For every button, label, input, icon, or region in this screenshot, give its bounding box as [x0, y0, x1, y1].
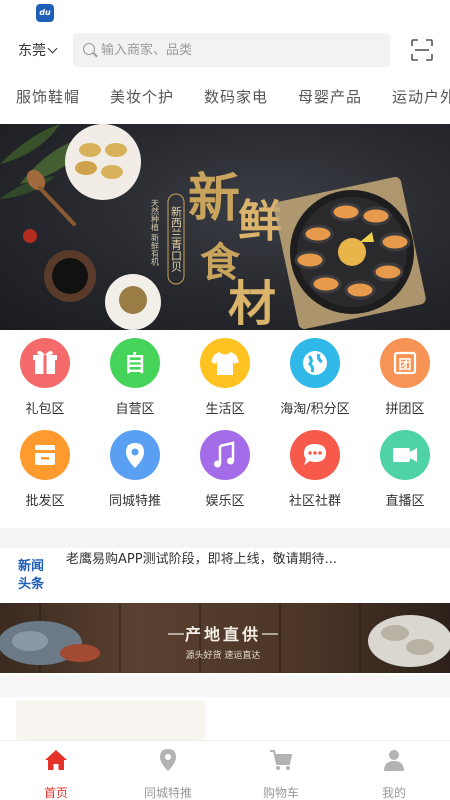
location-icon	[160, 749, 176, 771]
grid-item-gift-pack[interactable]: 礼包区	[0, 338, 90, 426]
user-icon	[384, 750, 404, 771]
grid-item-label: 自营区	[115, 402, 155, 417]
grid-item-label: 社区社群	[288, 494, 341, 509]
status-row: du	[0, 0, 450, 30]
home-icon	[45, 750, 67, 770]
headline-char-1: 新	[188, 168, 240, 229]
grid-item-community[interactable]: 社区社群	[270, 430, 360, 518]
category-tab[interactable]: 母婴产品	[298, 86, 362, 107]
grid-item-label: 礼包区	[25, 402, 65, 417]
sauce-bowl	[44, 250, 96, 302]
nav-label: 我的	[381, 786, 406, 800]
promo-title: 产地直供	[185, 625, 261, 644]
section-divider	[0, 528, 450, 548]
grid-item-label: 同城特推	[108, 494, 161, 509]
banner-illustration: 天然种植 新鲜有机 新 鲜 食 材 新西兰青口贝	[0, 124, 426, 330]
vertical-subtitle: 新西兰青口贝	[167, 193, 185, 285]
gift-icon	[20, 338, 70, 388]
chat-bubble-icon	[290, 430, 340, 480]
video-camera-icon	[380, 430, 430, 480]
cart-icon	[270, 750, 293, 770]
banner-carousel[interactable]: 天然种植 新鲜有机 新 鲜 食 材 新西兰青口贝	[0, 124, 450, 330]
nav-local[interactable]: 同城特推	[112, 741, 224, 800]
oysters-right	[368, 615, 450, 667]
self-run-icon: 自	[110, 338, 160, 388]
grid-item-local-promo[interactable]: 同城特推	[90, 430, 180, 518]
news-ticker[interactable]: 新闻 头条 老鹰易购APP测试阶段，即将上线，敬请期待...	[0, 548, 450, 602]
music-note-icon	[200, 430, 250, 480]
scan-icon[interactable]	[411, 39, 433, 61]
banner-headline: 新 鲜 食 材	[188, 168, 282, 330]
product-card-partial[interactable]	[16, 700, 206, 740]
svg-text:团: 团	[398, 358, 411, 373]
promo-banner[interactable]: 产地直供 源头好货 速运直达	[0, 603, 450, 673]
nav-cart[interactable]: 购物车	[225, 741, 337, 800]
grid-item-wholesale[interactable]: 批发区	[0, 430, 90, 518]
news-badge: 新闻 头条	[18, 559, 45, 592]
search-icon	[83, 43, 95, 55]
grid-item-label: 批发区	[25, 494, 65, 509]
wholesale-box-icon	[20, 430, 70, 480]
location-pin-icon	[110, 430, 160, 480]
city-selector[interactable]: 东莞	[18, 40, 58, 60]
category-tab[interactable]: 数码家电	[204, 86, 268, 107]
grid-item-entertainment[interactable]: 娱乐区	[180, 430, 270, 518]
grid-item-label: 生活区	[205, 402, 245, 417]
small-dish	[105, 274, 161, 330]
mussel-platter	[273, 177, 426, 329]
home-page: du 东莞 服饰鞋帽 美妆个护 数码家电 母婴产品 运动户外	[0, 0, 450, 800]
grid-item-label: 海淘/积分区	[280, 402, 350, 417]
grid-item-life[interactable]: 生活区	[180, 338, 270, 426]
nav-label: 首页	[43, 786, 68, 800]
city-label: 东莞	[18, 43, 46, 59]
category-grid: 礼包区 自 自营区 生活区 海淘/积分区 团 拼团区 批发区 同城特推 娱乐区 …	[0, 338, 450, 518]
globe-icon	[290, 338, 340, 388]
nav-profile[interactable]: 我的	[338, 741, 450, 800]
nav-label: 购物车	[262, 786, 299, 800]
grid-item-overseas-points[interactable]: 海淘/积分区	[270, 338, 360, 426]
category-tab[interactable]: 运动户外	[392, 86, 450, 107]
headline-char-4: 材	[228, 276, 276, 330]
svg-text:天然种植 新鲜有机: 天然种植 新鲜有机	[151, 199, 160, 267]
search-box[interactable]	[73, 33, 390, 67]
app-logo: du	[36, 4, 54, 22]
wooden-spoon	[26, 169, 76, 226]
news-headline[interactable]: 老鹰易购APP测试阶段，即将上线，敬请期待...	[66, 548, 337, 567]
promo-subtitle: 源头好货 速运直达	[186, 649, 261, 661]
grid-item-label: 直播区	[385, 494, 425, 509]
grid-item-label: 娱乐区	[205, 494, 245, 509]
bottom-nav: 首页 同城特推 购物车 我的	[0, 740, 450, 800]
svg-text:新西兰青口贝: 新西兰青口贝	[170, 205, 183, 273]
section-divider	[0, 675, 450, 697]
search-bar-row: 东莞	[0, 32, 450, 68]
category-tab[interactable]: 服饰鞋帽	[16, 86, 80, 107]
nav-label: 同城特推	[143, 786, 192, 800]
grid-item-group-buy[interactable]: 团 拼团区	[360, 338, 450, 426]
chevron-down-icon	[47, 43, 58, 54]
promo-illustration: 产地直供 源头好货 速运直达	[0, 603, 450, 673]
svg-text:自: 自	[124, 351, 146, 377]
search-input[interactable]	[101, 33, 381, 67]
grid-item-self-run[interactable]: 自 自营区	[90, 338, 180, 426]
seafood-left	[0, 621, 100, 665]
oyster-plate-small	[65, 124, 141, 200]
category-tabs: 服饰鞋帽 美妆个护 数码家电 母婴产品 运动户外	[0, 86, 450, 114]
grid-item-live[interactable]: 直播区	[360, 430, 450, 518]
shirt-icon	[200, 338, 250, 388]
nav-home[interactable]: 首页	[0, 741, 112, 800]
category-tab[interactable]: 美妆个护	[110, 86, 174, 107]
grid-item-label: 拼团区	[385, 402, 425, 417]
group-buy-icon: 团	[380, 338, 430, 388]
